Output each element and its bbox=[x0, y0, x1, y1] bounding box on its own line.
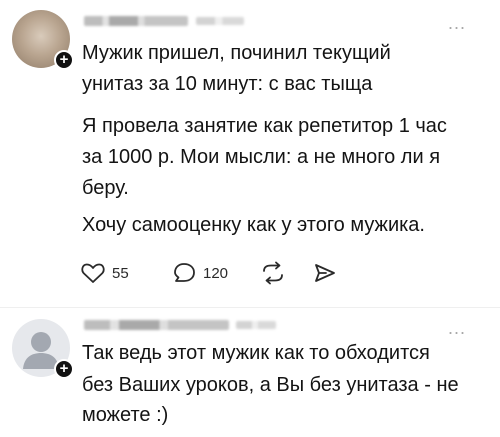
author-avatar[interactable]: + bbox=[12, 319, 74, 379]
share-icon bbox=[312, 261, 338, 285]
author-name-blurred[interactable] bbox=[84, 16, 188, 26]
comment-count: 120 bbox=[203, 264, 229, 282]
share-button[interactable] bbox=[312, 258, 338, 288]
post-text-line: Я провела занятие как репетитор 1 час bbox=[82, 115, 447, 137]
post-text-line: унитаз за 10 минут: с вас тыща bbox=[82, 73, 373, 95]
post-meta-blurred bbox=[196, 17, 244, 25]
more-options-icon[interactable]: ... bbox=[448, 14, 466, 32]
follow-plus-icon[interactable]: + bbox=[54, 359, 74, 379]
author-name-blurred[interactable] bbox=[84, 320, 229, 330]
post-text-line: без Ваших уроков, а Вы без унитаза - не bbox=[82, 374, 459, 396]
heart-icon bbox=[80, 261, 106, 285]
divider bbox=[0, 307, 500, 308]
post-text-line: Так ведь этот мужик как то обходится bbox=[82, 342, 430, 364]
post-text-line: Хочу самооценку как у этого мужика. bbox=[82, 214, 425, 236]
author-avatar[interactable]: + bbox=[12, 10, 74, 70]
comment-icon bbox=[172, 261, 198, 285]
post-text-line: беру. bbox=[82, 177, 129, 199]
repost-button[interactable] bbox=[260, 258, 286, 288]
post-text-line: за 1000 р. Мои мысли: а не много ли я bbox=[82, 146, 441, 168]
like-count: 55 bbox=[112, 264, 129, 282]
post-text-line: Мужик пришел, починил текущий bbox=[82, 42, 391, 64]
repost-icon bbox=[260, 261, 286, 285]
like-button[interactable]: 55 bbox=[80, 258, 129, 288]
follow-plus-icon[interactable]: + bbox=[54, 50, 74, 70]
post-meta-blurred bbox=[236, 321, 276, 329]
post-text-line: можете :) bbox=[82, 404, 169, 426]
more-options-icon[interactable]: ... bbox=[448, 319, 466, 337]
comment-button[interactable]: 120 bbox=[172, 258, 228, 288]
